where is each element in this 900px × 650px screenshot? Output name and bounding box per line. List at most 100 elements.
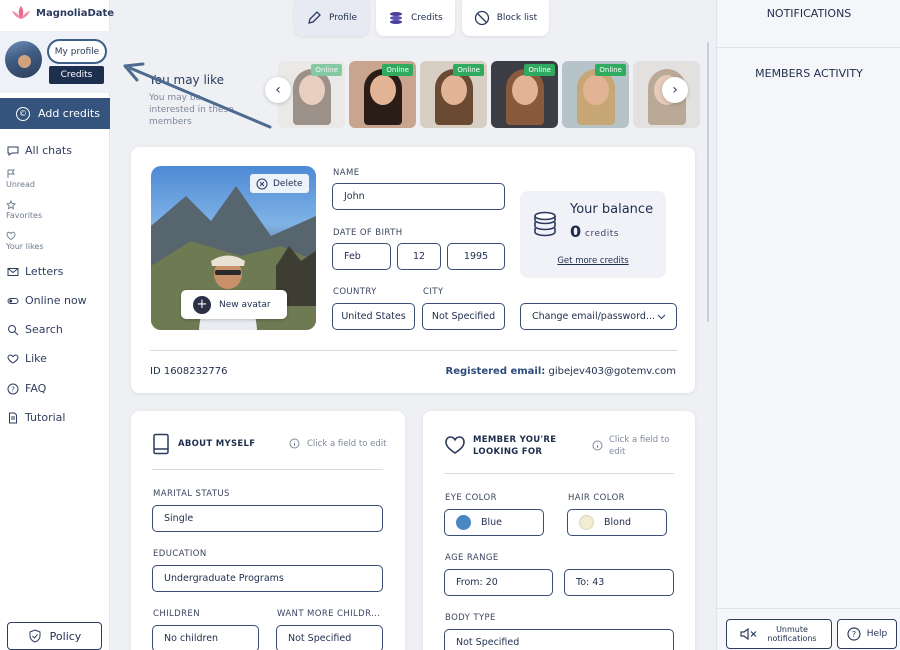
sidebar-item-tutorial[interactable]: Tutorial bbox=[7, 411, 65, 424]
age-from-select[interactable]: From: 20 bbox=[444, 569, 553, 596]
eye-color-value: Blue bbox=[481, 517, 503, 528]
flag-icon bbox=[7, 169, 15, 178]
city-select[interactable]: Not Specified bbox=[422, 303, 505, 330]
document-icon bbox=[9, 412, 17, 423]
about-hint: Click a field to edit bbox=[307, 439, 387, 449]
unmute-notifications-button[interactable]: Unmute notifications bbox=[726, 619, 832, 649]
members-carousel: Online Online Online Online Online bbox=[278, 61, 712, 128]
chat-icon bbox=[7, 146, 19, 156]
want-more-children-label: WANT MORE CHILDR... bbox=[277, 609, 381, 619]
app-logo[interactable]: MagnoliaDate bbox=[10, 5, 114, 21]
sidebar-item-label: FAQ bbox=[25, 382, 47, 395]
sidebar-item-letters[interactable]: Letters bbox=[7, 265, 63, 278]
hair-color-select[interactable]: Blond bbox=[567, 509, 667, 536]
dob-year-select[interactable]: 1995 bbox=[447, 243, 505, 270]
tab-block-list[interactable]: Block list bbox=[461, 0, 550, 36]
sidebar-item-online-now[interactable]: Online now bbox=[7, 294, 87, 307]
members-activity-title: MEMBERS ACTIVITY bbox=[755, 67, 863, 80]
balance-box: Your balance 0 credits Get more credits bbox=[520, 191, 666, 278]
sidebar-item-label: Tutorial bbox=[25, 411, 66, 424]
city-label: CITY bbox=[423, 287, 444, 297]
sidebar-item-unread[interactable]: Unread bbox=[6, 169, 35, 189]
profile-id: ID 1608232776 bbox=[150, 366, 228, 377]
avatar[interactable] bbox=[5, 41, 42, 78]
registered-email-value: gibejev403@gotemv.com bbox=[548, 366, 676, 377]
education-label: EDUCATION bbox=[153, 549, 207, 559]
dob-day-select[interactable]: 12 bbox=[397, 243, 441, 270]
shield-icon bbox=[29, 629, 41, 643]
eye-color-select[interactable]: Blue bbox=[444, 509, 544, 536]
sidebar-item-favorites[interactable]: Favorites bbox=[6, 200, 42, 220]
online-badge: Online bbox=[382, 64, 413, 76]
tab-profile[interactable]: Profile bbox=[294, 0, 369, 36]
sidebar-item-all-chats[interactable]: All chats bbox=[7, 144, 72, 157]
tab-credits[interactable]: Credits bbox=[375, 0, 455, 36]
country-select[interactable]: United States bbox=[332, 303, 415, 330]
app-name: MagnoliaDate bbox=[36, 7, 115, 19]
policy-button[interactable]: Policy bbox=[7, 622, 102, 650]
online-badge: Online bbox=[524, 64, 555, 76]
svg-text:?: ? bbox=[11, 385, 15, 393]
registered-email-label: Registered email: bbox=[445, 366, 546, 377]
looking-for-hint: Click a field to edit bbox=[609, 435, 670, 457]
looking-for-card: MEMBER YOU'RE LOOKING FOR Click a field … bbox=[423, 411, 695, 650]
balance-value: 0 bbox=[570, 222, 582, 241]
main-scrollbar[interactable] bbox=[707, 42, 709, 322]
block-icon bbox=[474, 10, 489, 26]
age-to-select[interactable]: To: 43 bbox=[564, 569, 674, 596]
profile-photo[interactable]: Delete + New avatar bbox=[151, 166, 316, 330]
sidebar-item-label: Online now bbox=[25, 294, 87, 307]
children-select[interactable]: No children bbox=[152, 625, 259, 650]
tab-label: Credits bbox=[410, 13, 443, 23]
notifications-title: NOTIFICATIONS bbox=[766, 7, 852, 20]
plus-icon: + bbox=[193, 295, 211, 314]
my-profile-button[interactable]: My profile bbox=[47, 39, 107, 64]
dob-month-select[interactable]: Feb bbox=[332, 243, 391, 270]
right-panel: NOTIFICATIONS MEMBERS ACTIVITY Unmute no… bbox=[716, 0, 900, 650]
divider bbox=[152, 469, 383, 470]
credit-coin-icon: © bbox=[16, 106, 30, 121]
about-title: ABOUT MYSELF bbox=[178, 439, 256, 449]
carousel-next-button[interactable]: › bbox=[662, 77, 688, 103]
profile-tabs: Profile Credits Block list bbox=[294, 0, 550, 36]
member-card[interactable]: Online bbox=[562, 61, 629, 128]
children-label: CHILDREN bbox=[153, 609, 200, 619]
heart-icon bbox=[6, 231, 16, 241]
change-email-password-dropdown[interactable]: Change email/password... bbox=[520, 303, 677, 330]
question-icon: ? bbox=[847, 627, 861, 641]
body-type-label: BODY TYPE bbox=[445, 613, 496, 623]
tab-label: Block list bbox=[496, 13, 538, 23]
add-credits-button[interactable]: © Add credits bbox=[0, 98, 110, 129]
help-button[interactable]: ? Help bbox=[837, 619, 897, 649]
delete-label: Delete bbox=[273, 178, 303, 189]
change-email-label: Change email/password... bbox=[532, 311, 655, 322]
online-badge: Online bbox=[453, 64, 484, 76]
dob-label: DATE OF BIRTH bbox=[333, 228, 403, 238]
policy-label: Policy bbox=[49, 629, 82, 643]
search-icon bbox=[8, 324, 19, 335]
sidebar-item-search[interactable]: Search bbox=[7, 323, 63, 336]
name-field[interactable]: John bbox=[332, 183, 505, 210]
body-type-select[interactable]: Not Specified bbox=[444, 629, 674, 650]
education-select[interactable]: Undergraduate Programs bbox=[152, 565, 383, 592]
member-card[interactable]: Online bbox=[420, 61, 487, 128]
info-icon bbox=[289, 438, 300, 449]
sidebar-item-label: Like bbox=[25, 352, 47, 365]
online-badge: Online bbox=[595, 64, 626, 76]
divider bbox=[717, 47, 900, 48]
get-more-credits-link[interactable]: Get more credits bbox=[520, 256, 666, 266]
delete-photo-button[interactable]: Delete bbox=[250, 174, 309, 193]
want-more-children-select[interactable]: Not Specified bbox=[276, 625, 383, 650]
member-card[interactable]: Online bbox=[491, 61, 558, 128]
looking-for-title: MEMBER YOU'RE LOOKING FOR bbox=[473, 435, 557, 457]
credits-button[interactable]: Credits bbox=[49, 66, 104, 84]
sidebar-item-faq[interactable]: ? FAQ bbox=[7, 382, 46, 395]
sidebar-item-your-likes[interactable]: Your likes bbox=[6, 231, 44, 251]
sidebar-item-like[interactable]: Like bbox=[7, 352, 47, 365]
marital-status-select[interactable]: Single bbox=[152, 505, 383, 532]
name-label: NAME bbox=[333, 168, 360, 178]
member-card[interactable]: Online bbox=[349, 61, 416, 128]
sidebar-item-label: Favorites bbox=[6, 211, 43, 220]
new-avatar-button[interactable]: + New avatar bbox=[181, 290, 287, 319]
my-profile-block: My profile Credits bbox=[0, 31, 110, 93]
